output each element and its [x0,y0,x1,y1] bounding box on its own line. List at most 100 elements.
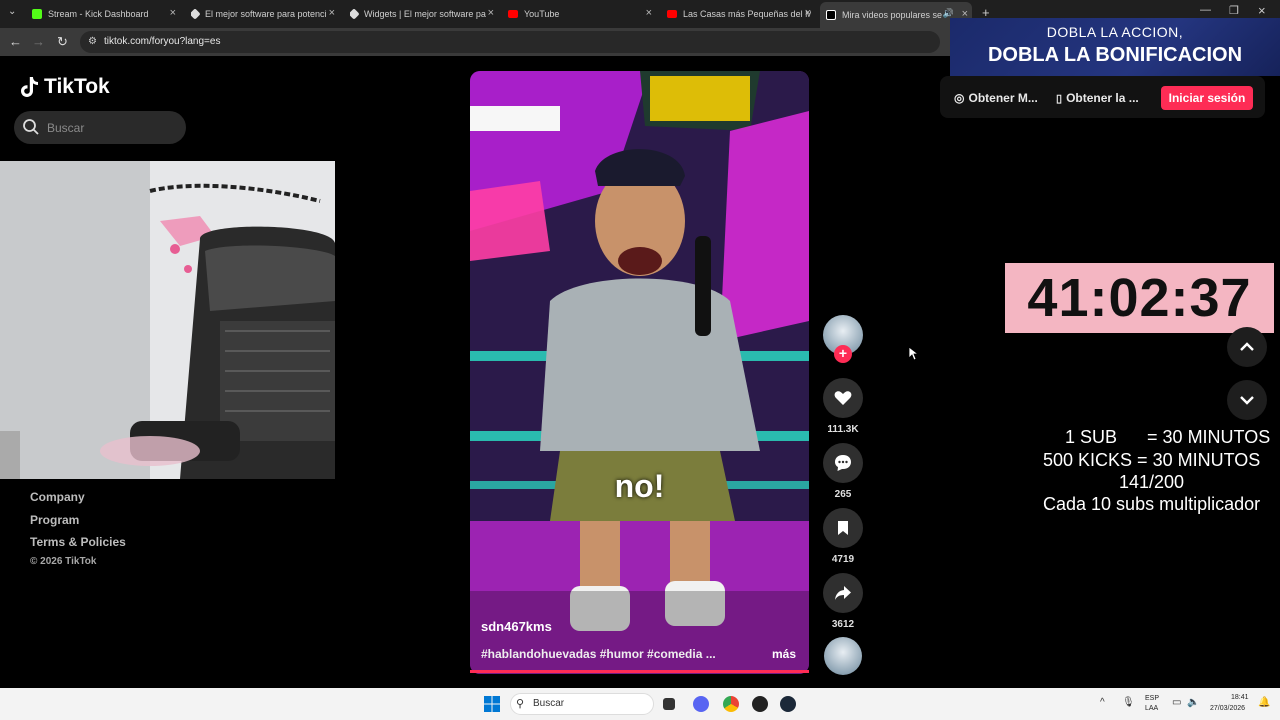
video-caption: no! [614,468,665,504]
maximize-button[interactable]: ❐ [1229,4,1239,17]
taskbar-search[interactable] [510,693,654,715]
chrome-icon[interactable] [723,696,739,712]
mouse-cursor-icon [908,346,918,361]
video-more-button[interactable]: más [772,647,796,661]
kick-icon [32,9,42,19]
network-icon[interactable]: ▭ [1172,697,1181,708]
tab-label: Widgets | El mejor software pa [364,9,486,19]
site-icon [350,8,360,20]
subathon-timer: 41:02:37 [1027,268,1252,328]
copyright-text: © 2026 TikTok [30,556,97,567]
tiktok-wordmark: TikTok [44,75,110,98]
youtube-icon [667,10,677,18]
rule-kicks: 500 KICKS = 30 MINUTOS [1043,450,1261,470]
rule-progress: 141/200 [1119,472,1185,492]
tab-search-icon[interactable]: ⌄ [8,6,16,17]
tab-label: El mejor software para potenci [205,9,327,19]
task-view-icon[interactable] [663,698,675,710]
tab-label: Stream - Kick Dashboard [48,9,149,19]
phone-icon: ▯ [1056,92,1063,105]
taskbar-search-label: Buscar [533,698,565,709]
tab-software[interactable]: El mejor software para potenci × [191,4,335,24]
save-button[interactable] [823,508,863,548]
tab-close-icon[interactable]: × [805,7,811,19]
save-count: 4719 [831,554,855,565]
tab-label: YouTube [524,9,560,19]
chevron-down-icon [1240,396,1254,405]
tab-youtube[interactable]: YouTube × [508,4,652,24]
minimize-button[interactable]: — [1200,4,1211,16]
comment-icon [835,455,851,471]
windows-start-icon[interactable] [484,696,500,712]
tab-casas[interactable]: Las Casas más Pequeñas del M × [667,4,811,24]
next-video-button[interactable] [1227,380,1267,420]
footer-link-company[interactable]: Company [30,490,85,504]
video-hashtags[interactable]: #hablandohuevadas #humor #comedia ... [481,647,721,661]
video-frame [470,71,809,674]
obs-icon[interactable] [752,696,768,712]
close-window-button[interactable]: × [1258,3,1266,18]
language-bottom[interactable]: LAA [1145,705,1158,712]
compass-icon: ◎ [954,91,965,105]
tab-widgets[interactable]: Widgets | El mejor software pa × [350,4,494,24]
previous-video-button[interactable] [1227,327,1267,367]
tab-close-icon[interactable]: × [646,7,652,19]
tiktok-note-icon [21,77,38,97]
webcam-feed [0,161,335,479]
promo-line1: DOBLA LA ACCION, [1046,24,1184,40]
comment-count: 265 [834,489,852,500]
clock-time[interactable]: 18:41 [1231,694,1249,701]
share-count: 3612 [831,619,855,630]
tab-kick[interactable]: Stream - Kick Dashboard × [32,4,176,24]
taskbar-search-icon: ⚲ [516,698,525,710]
tab-close-icon[interactable]: × [170,7,176,19]
tab-label: Mira videos populares selec [842,10,942,20]
comment-button[interactable] [823,443,863,483]
sound-avatar[interactable] [824,637,862,675]
video-player[interactable] [470,71,809,674]
share-icon [835,586,851,600]
search-placeholder: Buscar [47,121,85,135]
youtube-icon [508,10,518,18]
like-count: 111.3K [827,424,859,435]
bookmark-icon [838,521,848,535]
get-mobile-label: Obtener la ... [1066,91,1139,105]
video-progress-bar[interactable] [470,670,809,673]
follow-button[interactable]: + [834,345,852,363]
rule-sub: 1 SUB = 30 MINUTOS [1065,427,1271,447]
promo-line2: DOBLA LA BONIFICACION [987,44,1243,66]
share-button[interactable] [823,573,863,613]
microphone-icon[interactable]: 🎙 [1122,697,1135,708]
site-icon [191,8,201,20]
video-author[interactable]: sdn467kms [481,619,552,634]
volume-icon[interactable]: 🔈 [1187,697,1199,708]
discord-icon[interactable] [693,696,709,712]
tiktok-icon [826,10,836,20]
like-button[interactable] [823,378,863,418]
tab-label: Las Casas más Pequeñas del M [683,9,811,19]
footer-link-terms[interactable]: Terms & Policies [30,535,126,549]
footer-link-program[interactable]: Program [30,513,79,527]
get-app-button[interactable]: ◎ Obtener M... [948,87,1044,109]
get-mobile-app-button[interactable]: ▯ Obtener la ... [1050,87,1145,109]
site-info-icon[interactable]: ⚙ [88,36,97,47]
forward-button[interactable]: → [32,34,45,49]
back-button[interactable]: ← [9,34,22,49]
login-button[interactable]: Iniciar sesión [1161,86,1253,110]
heart-icon [834,391,852,405]
steam-icon[interactable] [780,696,796,712]
rule-multiplier: Cada 10 subs multiplicador [1043,494,1261,514]
webcam-scene [0,161,335,479]
tray-chevron-icon[interactable]: ^ [1100,697,1105,708]
reload-button[interactable]: ↻ [57,34,68,50]
url-text: tiktok.com/foryou?lang=es [104,36,221,47]
get-app-label: Obtener M... [968,91,1038,105]
tab-close-icon[interactable]: × [329,7,335,19]
clock-date[interactable]: 27/03/2026 [1210,705,1245,712]
tab-close-icon[interactable]: × [488,7,494,19]
language-top[interactable]: ESP [1145,695,1159,702]
search-icon[interactable] [22,118,40,136]
tiktok-logo[interactable]: TikTok [20,75,110,99]
chevron-up-icon [1240,342,1254,351]
notification-icon[interactable]: 🔔 [1258,697,1270,708]
